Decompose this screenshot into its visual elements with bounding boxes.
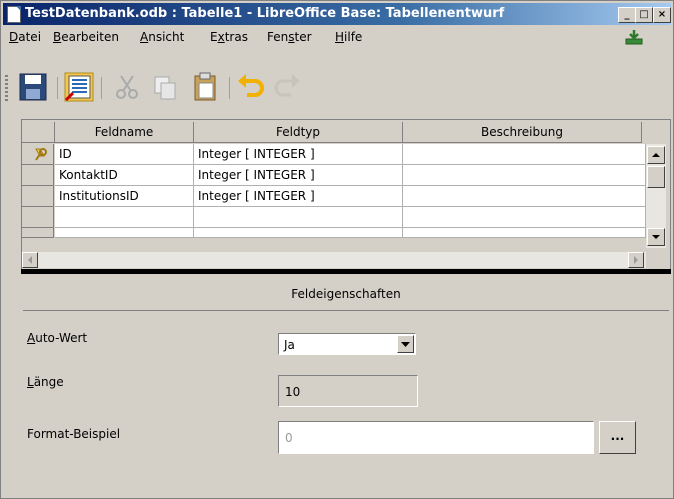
menu-bar: Datei Bearbeiten Ansicht Extras Fenster … (3, 27, 671, 47)
scroll-thumb[interactable] (647, 166, 665, 188)
cell-feldname[interactable]: ID (55, 144, 194, 165)
arrow-down-icon (652, 235, 660, 239)
arrow-right-icon (634, 256, 638, 264)
format-options-button[interactable]: ... (599, 421, 636, 454)
toolbar (3, 61, 391, 113)
cell-feldname[interactable]: InstitutionsID (55, 186, 194, 207)
dropdown-button[interactable] (397, 335, 414, 353)
window-title: TestDatenbank.odb : Tabelle1 - LibreOffi… (25, 6, 505, 21)
table-row[interactable]: ID Integer [ INTEGER ] (22, 144, 646, 165)
scroll-down-button[interactable] (647, 228, 665, 246)
redo-icon[interactable] (271, 71, 303, 103)
minimize-button[interactable]: _ (618, 7, 636, 23)
title-bar[interactable]: TestDatenbank.odb : Tabelle1 - LibreOffi… (3, 3, 671, 25)
format-beispiel-value: 0 (285, 431, 293, 445)
menu-datei[interactable]: Datei (9, 30, 41, 44)
column-header-feldname[interactable]: Feldname (55, 122, 194, 143)
update-download-icon[interactable] (625, 29, 643, 45)
arrow-up-icon (652, 153, 660, 157)
laenge-field[interactable]: 10 (278, 375, 418, 407)
horizontal-scrollbar[interactable] (22, 252, 646, 268)
cut-icon[interactable] (111, 71, 143, 103)
row-header[interactable] (22, 144, 54, 165)
row-header[interactable] (22, 165, 54, 186)
table-row[interactable] (22, 207, 646, 228)
scroll-left-button[interactable] (22, 252, 38, 268)
properties-title: Feldeigenschaften (291, 287, 401, 301)
menu-hilfe[interactable]: Hilfe (335, 30, 362, 44)
copy-icon[interactable] (149, 71, 181, 103)
column-header-beschreibung[interactable]: Beschreibung (403, 122, 642, 143)
close-button[interactable]: × (653, 7, 671, 23)
toolbar-separator (101, 77, 102, 99)
menu-extras[interactable]: Extras (210, 30, 248, 44)
menu-fenster[interactable]: Fenster (267, 30, 312, 44)
field-grid: Feldname Feldtyp Beschreibung ID Integer… (21, 119, 671, 271)
cell-feldname (55, 228, 194, 238)
scroll-up-button[interactable] (647, 146, 665, 164)
auto-wert-label: Auto-Wert (27, 331, 88, 345)
row-header[interactable] (22, 207, 54, 228)
index-design-icon[interactable] (63, 71, 95, 103)
toolbar-separator (229, 77, 230, 99)
cell-feldname[interactable] (55, 207, 194, 228)
cell-feldtyp[interactable]: Integer [ INTEGER ] (194, 144, 403, 165)
row-header (22, 228, 54, 238)
table-row (22, 228, 646, 238)
toolbar-grip[interactable] (5, 75, 8, 101)
cell-beschreibung[interactable] (403, 144, 646, 165)
divider (23, 310, 669, 311)
menu-ansicht[interactable]: Ansicht (140, 30, 184, 44)
format-beispiel-field: 0 (278, 421, 594, 454)
primary-key-icon (35, 148, 47, 161)
cell-feldtyp[interactable]: Integer [ INTEGER ] (194, 165, 403, 186)
chevron-down-icon (401, 342, 410, 347)
toolbar-separator (57, 77, 58, 99)
laenge-value: 10 (285, 385, 301, 399)
cell-feldtyp[interactable] (194, 207, 403, 228)
row-header[interactable] (22, 186, 54, 207)
menu-bearbeiten[interactable]: Bearbeiten (53, 30, 119, 44)
table-row[interactable]: KontaktID Integer [ INTEGER ] (22, 165, 646, 186)
table-row[interactable]: InstitutionsID Integer [ INTEGER ] (22, 186, 646, 207)
cell-beschreibung[interactable] (403, 207, 646, 228)
arrow-left-icon (28, 256, 32, 264)
vertical-scrollbar[interactable] (646, 144, 666, 248)
auto-wert-select[interactable]: Ja (278, 333, 416, 355)
cell-beschreibung[interactable] (403, 186, 646, 207)
cell-feldname[interactable]: KontaktID (55, 165, 194, 186)
laenge-label: Länge (27, 375, 64, 389)
undo-icon[interactable] (235, 71, 267, 103)
paste-icon[interactable] (189, 71, 221, 103)
cell-feldtyp (194, 228, 403, 238)
app-window: TestDatenbank.odb : Tabelle1 - LibreOffi… (0, 0, 674, 499)
splitter[interactable] (21, 269, 671, 274)
cell-beschreibung (403, 228, 646, 238)
scroll-right-button[interactable] (628, 252, 644, 268)
save-icon[interactable] (17, 71, 49, 103)
cell-feldtyp[interactable]: Integer [ INTEGER ] (194, 186, 403, 207)
auto-wert-value: Ja (284, 338, 295, 352)
format-beispiel-label: Format-Beispiel (27, 427, 121, 441)
column-header-feldtyp[interactable]: Feldtyp (194, 122, 403, 143)
row-header-corner (22, 122, 55, 143)
cell-beschreibung[interactable] (403, 165, 646, 186)
document-icon (7, 6, 21, 23)
maximize-button[interactable]: □ (635, 7, 653, 23)
